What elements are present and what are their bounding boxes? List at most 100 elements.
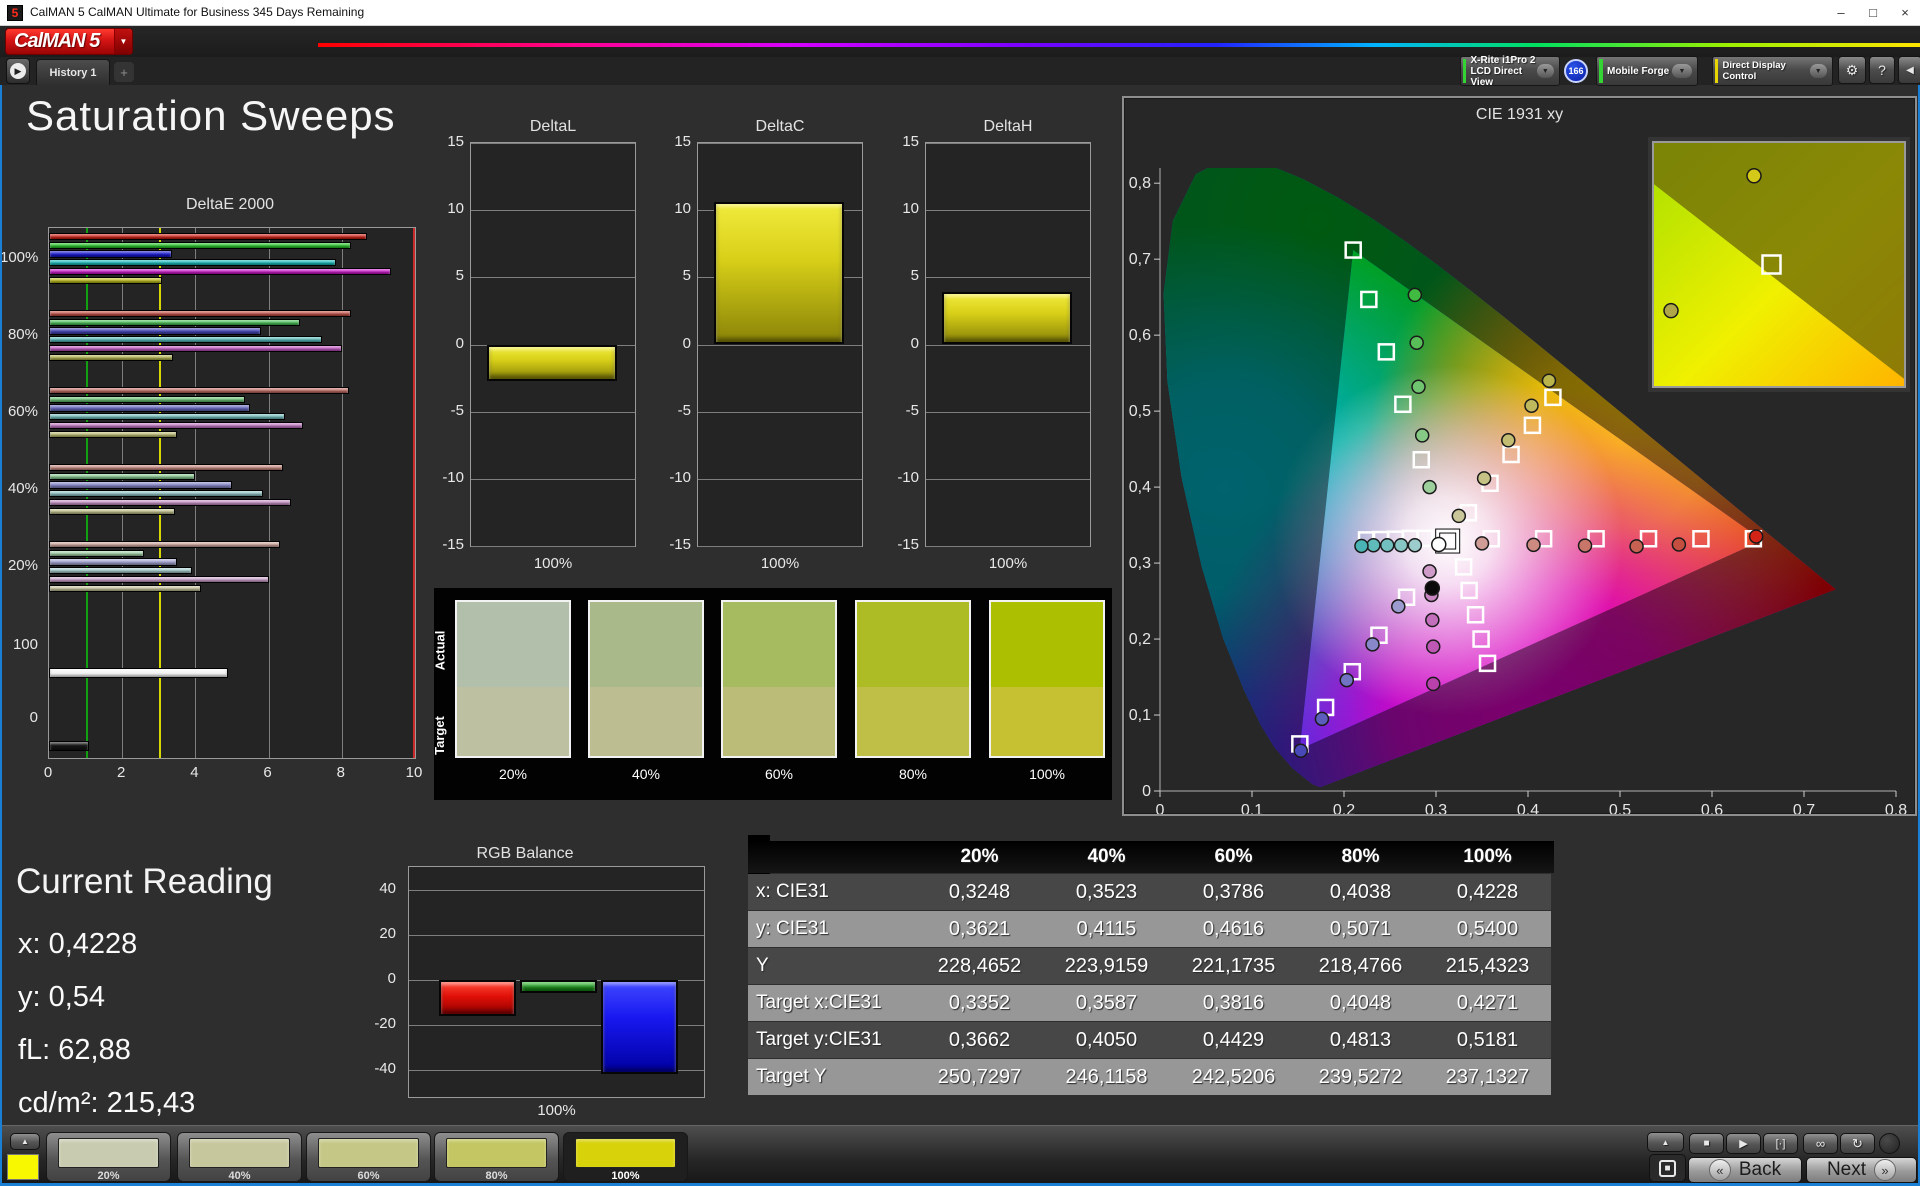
pattern-button-40%[interactable]: 40% <box>177 1132 302 1182</box>
table-row-label: Y <box>748 948 916 984</box>
pattern-button-80%[interactable]: 80% <box>434 1132 559 1182</box>
swatch-column-40% <box>588 600 704 758</box>
axis-tick <box>48 536 49 537</box>
deltae-bar <box>49 567 192 574</box>
axis-tick <box>48 686 49 687</box>
workflow-nav-button[interactable]: ▶ <box>6 58 30 84</box>
table-value-cell: 0,3662 <box>916 1022 1043 1058</box>
table-value-cell: 250,7297 <box>916 1059 1043 1095</box>
deltaC-x-label: 100% <box>697 555 863 572</box>
deltae-bar <box>49 268 391 275</box>
add-tab-button[interactable]: + <box>114 62 134 82</box>
continuous-read-button[interactable]: ∞ <box>1803 1133 1838 1154</box>
grid-line <box>342 228 343 758</box>
table-row-label: Target y:CIE31 <box>748 1022 916 1058</box>
deltaH-x-label: 100% <box>925 555 1091 572</box>
cie-measured-cyan <box>1367 539 1380 552</box>
pattern-button-label: 60% <box>307 1170 430 1182</box>
deltae-bar <box>49 336 322 343</box>
pattern-button-20%[interactable]: 20% <box>46 1132 171 1182</box>
tab-bar: ▶ History 1 + X-Rite i1Pro 2 LCD Direct … <box>0 57 1920 85</box>
cie-zoom-inset <box>1652 141 1906 388</box>
meter-button[interactable]: X-Rite i1Pro 2 LCD Direct View ▼ <box>1460 56 1560 86</box>
deltae-x-tick: 8 <box>326 764 356 781</box>
deltae-bar <box>49 481 232 488</box>
svg-text:0,1: 0,1 <box>1129 707 1151 724</box>
table-value-cell: 215,4323 <box>1424 948 1551 984</box>
axis-tick <box>48 305 49 306</box>
bottom-bar: ▲ 20%40% 60% 80%100% ▲ ■ ■ ▶ [·] ∞ ↻ « Bac… <box>0 1125 1920 1183</box>
maximize-button[interactable]: □ <box>1858 0 1888 25</box>
deltaC-y-tick: 10 <box>655 200 691 217</box>
minimize-button[interactable]: – <box>1826 0 1856 25</box>
meter-status-bar <box>1463 59 1466 83</box>
deltae-x-tick: 0 <box>33 764 63 781</box>
svg-text:0,6: 0,6 <box>1701 802 1723 814</box>
actual-swatch <box>991 602 1103 687</box>
window-title: CalMAN 5 CalMAN Ultimate for Business 34… <box>30 5 364 19</box>
meter-count-badge[interactable]: 166 <box>1564 59 1588 83</box>
stop-button[interactable]: ■ <box>1689 1133 1724 1154</box>
pattern-button-100%[interactable]: 100% <box>563 1132 688 1182</box>
swatch-label: 60% <box>721 766 837 782</box>
rgb-y-tick: 20 <box>358 925 396 942</box>
loop-button[interactable]: ↻ <box>1840 1133 1875 1154</box>
tab-history-1[interactable]: History 1 <box>36 59 110 85</box>
svg-text:0: 0 <box>1142 783 1151 800</box>
header-bar: CalMAN 5 ▼ <box>0 26 1920 57</box>
grid-line <box>926 546 1090 547</box>
deltae-bar <box>49 499 291 506</box>
collapse-panel-button[interactable]: ◀ <box>1898 56 1920 84</box>
display-control-button[interactable]: Direct Display Control ▼ <box>1712 56 1833 86</box>
collapse-swatches-button[interactable]: ▲ <box>10 1133 40 1150</box>
source-label: Mobile Forge <box>1607 66 1669 77</box>
up-arrow-icon: ▲ <box>21 1137 29 1146</box>
svg-text:0,2: 0,2 <box>1333 802 1355 814</box>
calman-logo-button[interactable]: CalMAN 5 ▼ <box>5 28 133 55</box>
deltaL-chart <box>470 142 636 547</box>
table-value-cell: 0,5400 <box>1424 911 1551 947</box>
current-pattern-swatch[interactable] <box>7 1154 39 1180</box>
cie-measured-magenta <box>1427 677 1440 690</box>
grid-line <box>926 479 1090 480</box>
table-row: Target x:CIE310,33520,35870,38160,40480,… <box>748 985 1554 1021</box>
pattern-button-60%[interactable]: 60% <box>306 1132 431 1182</box>
svg-text:0,5: 0,5 <box>1609 802 1631 814</box>
rgb-bar-red <box>439 980 516 1016</box>
deltae-bar <box>49 585 201 592</box>
deltaC-y-tick: -5 <box>655 402 691 419</box>
chevron-down-icon: ▼ <box>1537 64 1554 78</box>
deltae-bar <box>49 741 89 751</box>
play-button[interactable]: ▶ <box>1726 1133 1761 1154</box>
next-button[interactable]: Next » <box>1806 1157 1917 1183</box>
deltaH-chart <box>925 142 1091 547</box>
table-value-cell: 223,9159 <box>1043 948 1170 984</box>
grid-line <box>926 143 1090 144</box>
table-value-cell: 0,3523 <box>1043 874 1170 910</box>
next-label: Next <box>1827 1159 1866 1181</box>
table-value-cell: 0,3621 <box>916 911 1043 947</box>
measurement-table: 20%40%60%80%100%x: CIE310,32480,35230,37… <box>748 841 1554 1096</box>
collapse-transport-button[interactable]: ▲ <box>1647 1132 1684 1152</box>
grid-line <box>698 479 862 480</box>
single-read-button[interactable]: [·] <box>1763 1133 1798 1154</box>
close-button[interactable]: × <box>1890 0 1920 25</box>
up-arrow-icon: ▲ <box>1662 1138 1670 1147</box>
table-value-cell: 237,1327 <box>1424 1059 1551 1095</box>
cie-1931-panel: CIE 1931 xy <box>1122 96 1917 816</box>
settings-button[interactable]: ⚙ <box>1838 56 1866 84</box>
cie-measured-blue <box>1315 712 1328 725</box>
stop-pattern-button[interactable]: ■ <box>1649 1154 1686 1182</box>
deltaL-y-tick: -15 <box>428 536 464 553</box>
table-value-cell: 218,4766 <box>1297 948 1424 984</box>
source-button[interactable]: Mobile Forge ▼ <box>1596 56 1698 86</box>
help-icon: ? <box>1878 62 1886 78</box>
table-value-cell: 0,3816 <box>1170 985 1297 1021</box>
help-button[interactable]: ? <box>1869 56 1895 84</box>
back-button[interactable]: « Back <box>1688 1157 1802 1183</box>
deltae-x-tick: 10 <box>399 764 429 781</box>
svg-text:0,2: 0,2 <box>1129 631 1151 648</box>
cie-measured-red <box>1672 538 1685 551</box>
deltae-group-label: 20% <box>0 557 38 574</box>
deltaH-y-tick: -5 <box>883 402 919 419</box>
